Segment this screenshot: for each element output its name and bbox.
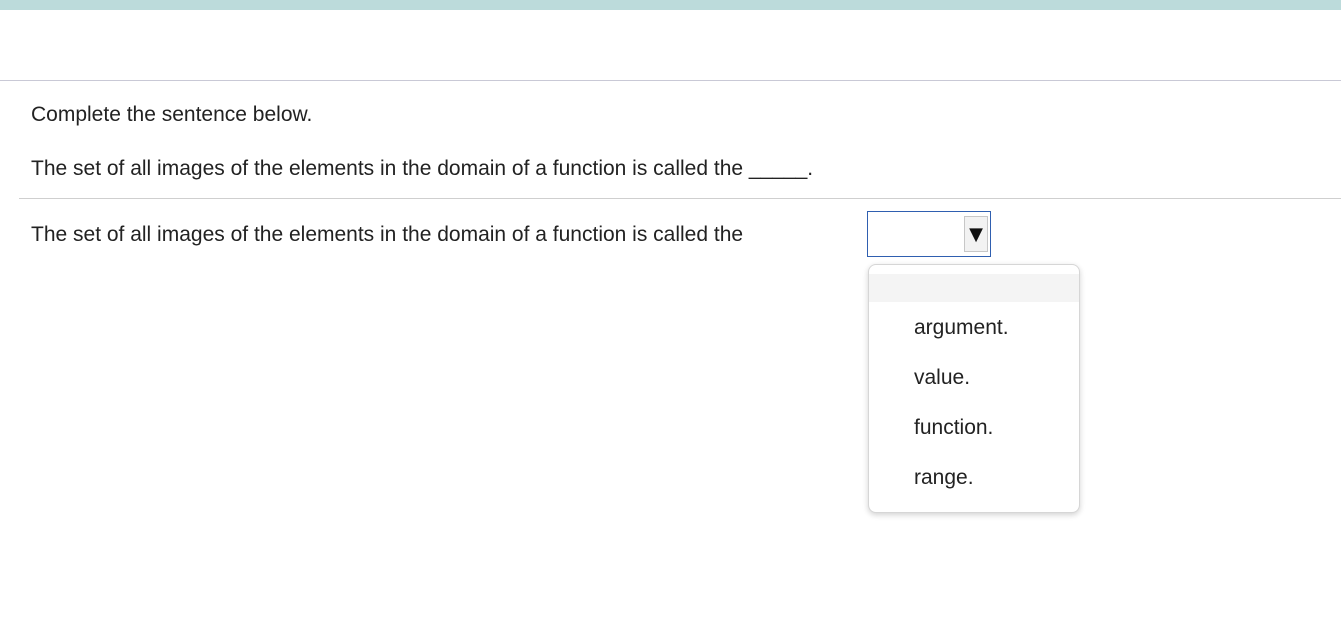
dropdown-option-range[interactable]: range. bbox=[914, 466, 974, 490]
header-divider bbox=[0, 80, 1341, 81]
answer-dropdown-menu: argument. value. function. range. bbox=[868, 264, 1080, 513]
triangle-down-icon: ▼ bbox=[969, 223, 983, 245]
question-divider bbox=[19, 198, 1341, 199]
dropdown-arrow-icon[interactable]: ▼ bbox=[964, 216, 988, 252]
answer-sentence: The set of all images of the elements in… bbox=[31, 223, 744, 246]
dropdown-option-value[interactable]: value. bbox=[914, 366, 970, 390]
top-accent-bar bbox=[0, 0, 1341, 10]
instruction-text: Complete the sentence below. bbox=[31, 103, 313, 126]
question-prompt: The set of all images of the elements in… bbox=[31, 157, 814, 180]
dropdown-option-argument[interactable]: argument. bbox=[914, 316, 1009, 340]
dropdown-option-function[interactable]: function. bbox=[914, 416, 993, 440]
answer-select[interactable]: ▼ bbox=[867, 211, 991, 257]
dropdown-option-blank[interactable] bbox=[869, 274, 1079, 302]
